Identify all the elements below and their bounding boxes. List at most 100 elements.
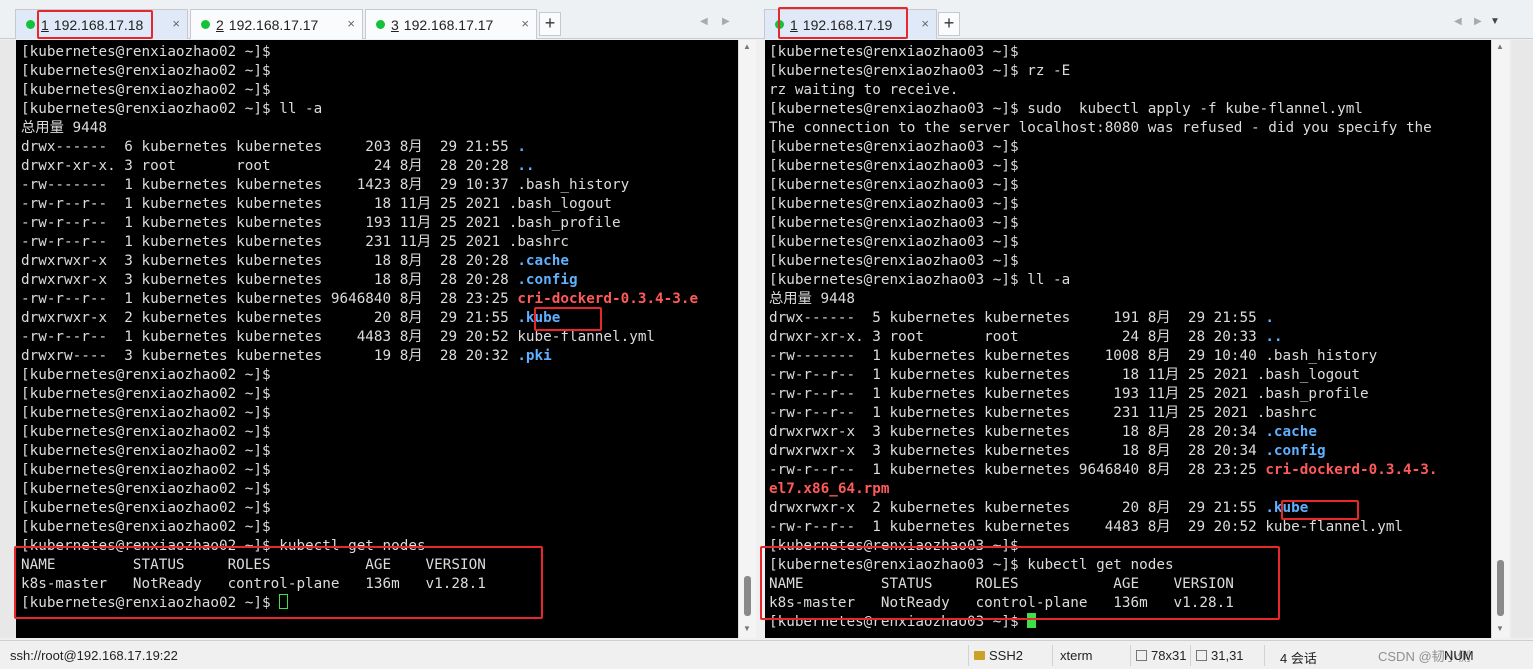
scroll-up-icon[interactable]: ▲ — [743, 42, 751, 51]
terminal-line: -rw-r--r-- 1 kubernetes kubernetes 231 1… — [21, 233, 738, 252]
terminal-line: -rw-r--r-- 1 kubernetes kubernetes 4483 … — [769, 518, 1499, 537]
terminal-line: [kubernetes@renxiaozhao03 ~]$ — [769, 613, 1499, 632]
left-tab-bar: 1 192.168.17.18 × 2 192.168.17.17 × 3 19… — [0, 0, 762, 39]
terminal-line: -rw-r--r-- 1 kubernetes kubernetes 4483 … — [21, 328, 738, 347]
tab-list-dropdown-icon[interactable]: ▼ — [1490, 16, 1500, 27]
terminal-text: -rw-r--r-- 1 kubernetes kubernetes 96468… — [769, 462, 1266, 478]
terminal-text: [kubernetes@renxiaozhao02 ~]$ — [21, 367, 271, 383]
terminal-size-icon — [1136, 650, 1147, 661]
scroll-down-icon[interactable]: ▼ — [1496, 624, 1504, 633]
terminal-line: 总用量 9448 — [769, 290, 1499, 309]
terminal-line: el7.x86_64.rpm — [769, 480, 1499, 499]
terminal-text: 总用量 9448 — [21, 120, 107, 136]
new-tab-button[interactable]: + — [539, 12, 561, 36]
terminal-line: 总用量 9448 — [21, 119, 738, 138]
terminal-line: [kubernetes@renxiaozhao02 ~]$ — [21, 461, 738, 480]
terminal-line: -rw-r--r-- 1 kubernetes kubernetes 193 1… — [21, 214, 738, 233]
scroll-down-icon[interactable]: ▼ — [743, 624, 751, 633]
scroll-up-icon[interactable]: ▲ — [1496, 42, 1504, 51]
protocol-indicator: SSH2 — [974, 648, 1023, 663]
scroll-tabs-right-icon[interactable]: ▶ — [722, 16, 730, 27]
terminal-text: drwxr-xr-x. 3 root root 24 8月 28 20:28 — [21, 158, 518, 174]
left-terminal-scrollbar[interactable]: ▲ ▼ — [738, 40, 756, 638]
terminal-type-label: xterm — [1060, 648, 1093, 663]
terminal-line: [kubernetes@renxiaozhao02 ~]$ kubectl ge… — [21, 537, 738, 556]
scroll-tabs-right-icon[interactable]: ▶ — [1474, 16, 1482, 27]
terminal-line: k8s-master NotReady control-plane 136m v… — [769, 594, 1499, 613]
terminal-text: The connection to the server localhost:8… — [769, 120, 1432, 136]
terminal-text: [kubernetes@renxiaozhao02 ~]$ ll -a — [21, 101, 323, 117]
scroll-tabs-left-icon[interactable]: ◀ — [1454, 16, 1462, 27]
tab-label: 192.168.17.18 — [53, 16, 144, 33]
terminal-text: drwxrwxr-x 3 kubernetes kubernetes 18 8月… — [21, 253, 518, 269]
colored-filename: .. — [1265, 329, 1283, 345]
colored-filename: .. — [517, 158, 535, 174]
scroll-tabs-left-icon[interactable]: ◀ — [700, 16, 708, 27]
terminal-text: [kubernetes@renxiaozhao03 ~]$ — [769, 196, 1019, 212]
terminal-text: [kubernetes@renxiaozhao02 ~]$ — [21, 595, 280, 611]
terminal-line: drwxrwxr-x 3 kubernetes kubernetes 18 8月… — [769, 442, 1499, 461]
terminal-line: [kubernetes@renxiaozhao02 ~]$ — [21, 81, 738, 100]
terminal-text: k8s-master NotReady control-plane 136m v… — [21, 576, 486, 592]
terminal-text: drwxrwxr-x 3 kubernetes kubernetes 18 8月… — [769, 443, 1266, 459]
status-divider — [1190, 645, 1191, 666]
terminal-line: [kubernetes@renxiaozhao03 ~]$ — [769, 43, 1499, 62]
terminal-line: [kubernetes@renxiaozhao02 ~]$ — [21, 62, 738, 81]
tab-left-1[interactable]: 1 192.168.17.18 × — [15, 9, 188, 39]
terminal-line: -rw------- 1 kubernetes kubernetes 1423 … — [21, 176, 738, 195]
tab-number: 1 — [41, 16, 49, 33]
terminal-line: drwx------ 6 kubernetes kubernetes 203 8… — [21, 138, 738, 157]
status-divider — [1052, 645, 1053, 666]
terminal-line: -rw-r--r-- 1 kubernetes kubernetes 18 11… — [21, 195, 738, 214]
tab-close-icon[interactable]: × — [521, 16, 529, 31]
terminal-text: drwxrwxr-x 3 kubernetes kubernetes 18 8月… — [769, 424, 1266, 440]
terminal-text: [kubernetes@renxiaozhao03 ~]$ — [769, 139, 1019, 155]
tab-right-1[interactable]: 1 192.168.17.19 × — [764, 9, 937, 39]
terminal-text: [kubernetes@renxiaozhao02 ~]$ — [21, 405, 271, 421]
terminal-line: [kubernetes@renxiaozhao02 ~]$ — [21, 385, 738, 404]
terminal-text: drwxr-xr-x. 3 root root 24 8月 28 20:33 — [769, 329, 1266, 345]
terminal-line: drwxrwxr-x 3 kubernetes kubernetes 18 8月… — [21, 252, 738, 271]
tab-label: 192.168.17.17 — [228, 16, 319, 33]
left-terminal[interactable]: [kubernetes@renxiaozhao02 ~]$ [kubernetes… — [16, 40, 738, 638]
terminal-text: drwxrwxr-x 3 kubernetes kubernetes 18 8月… — [21, 272, 518, 288]
terminal-text: [kubernetes@renxiaozhao02 ~]$ — [21, 424, 271, 440]
connected-status-icon — [26, 20, 35, 29]
terminal-line: [kubernetes@renxiaozhao02 ~]$ — [21, 404, 738, 423]
terminal-text: k8s-master NotReady control-plane 136m v… — [769, 595, 1234, 611]
terminal-text: [kubernetes@renxiaozhao03 ~]$ — [769, 253, 1019, 269]
terminal-text: -rw-r--r-- 1 kubernetes kubernetes 18 11… — [769, 367, 1360, 383]
terminal-line: [kubernetes@renxiaozhao03 ~]$ sudo kubec… — [769, 100, 1499, 119]
num-lock-indicator: NUM — [1444, 648, 1474, 663]
new-tab-button[interactable]: + — [938, 12, 960, 36]
terminal-text: [kubernetes@renxiaozhao03 ~]$ — [769, 234, 1019, 250]
right-terminal-scrollbar[interactable]: ▲ ▼ — [1491, 40, 1509, 638]
terminal-line: [kubernetes@renxiaozhao02 ~]$ — [21, 594, 738, 613]
terminal-text: drwx------ 6 kubernetes kubernetes 203 8… — [21, 139, 518, 155]
tab-close-icon[interactable]: × — [172, 16, 180, 31]
tab-close-icon[interactable]: × — [347, 16, 355, 31]
terminal-line: [kubernetes@renxiaozhao02 ~]$ — [21, 499, 738, 518]
tab-left-3[interactable]: 3 192.168.17.17 × — [365, 9, 537, 39]
terminal-line: [kubernetes@renxiaozhao03 ~]$ — [769, 537, 1499, 556]
terminal-text: -rw-r--r-- 1 kubernetes kubernetes 4483 … — [21, 329, 656, 345]
right-session-pane: 1 192.168.17.19 × + ◀ ▶ ▼ [kubernetes@re… — [762, 0, 1533, 640]
terminal-text: [kubernetes@renxiaozhao03 ~]$ — [769, 158, 1019, 174]
terminal-line: drwxr-xr-x. 3 root root 24 8月 28 20:28 .… — [21, 157, 738, 176]
terminal-line: drwxrwxr-x 2 kubernetes kubernetes 20 8月… — [769, 499, 1499, 518]
terminal-line: rz waiting to receive. — [769, 81, 1499, 100]
terminal-line: -rw-r--r-- 1 kubernetes kubernetes 96468… — [21, 290, 738, 309]
terminal-text: -rw-r--r-- 1 kubernetes kubernetes 231 1… — [21, 234, 569, 250]
scrollbar-thumb[interactable] — [744, 576, 751, 616]
right-terminal[interactable]: [kubernetes@renxiaozhao03 ~]$ [kubernetes… — [765, 40, 1499, 638]
tab-left-2[interactable]: 2 192.168.17.17 × — [190, 9, 363, 39]
terminal-text: [kubernetes@renxiaozhao03 ~]$ ll -a — [769, 272, 1071, 288]
tab-close-icon[interactable]: × — [921, 16, 929, 31]
terminal-line: drwxrwxr-x 2 kubernetes kubernetes 20 8月… — [21, 309, 738, 328]
scrollbar-thumb[interactable] — [1497, 560, 1504, 616]
terminal-line: [kubernetes@renxiaozhao03 ~]$ rz -E — [769, 62, 1499, 81]
left-gutter — [0, 40, 16, 638]
terminal-text: drwx------ 5 kubernetes kubernetes 191 8… — [769, 310, 1266, 326]
terminal-line: -rw-r--r-- 1 kubernetes kubernetes 96468… — [769, 461, 1499, 480]
terminal-line: [kubernetes@renxiaozhao02 ~]$ — [21, 518, 738, 537]
